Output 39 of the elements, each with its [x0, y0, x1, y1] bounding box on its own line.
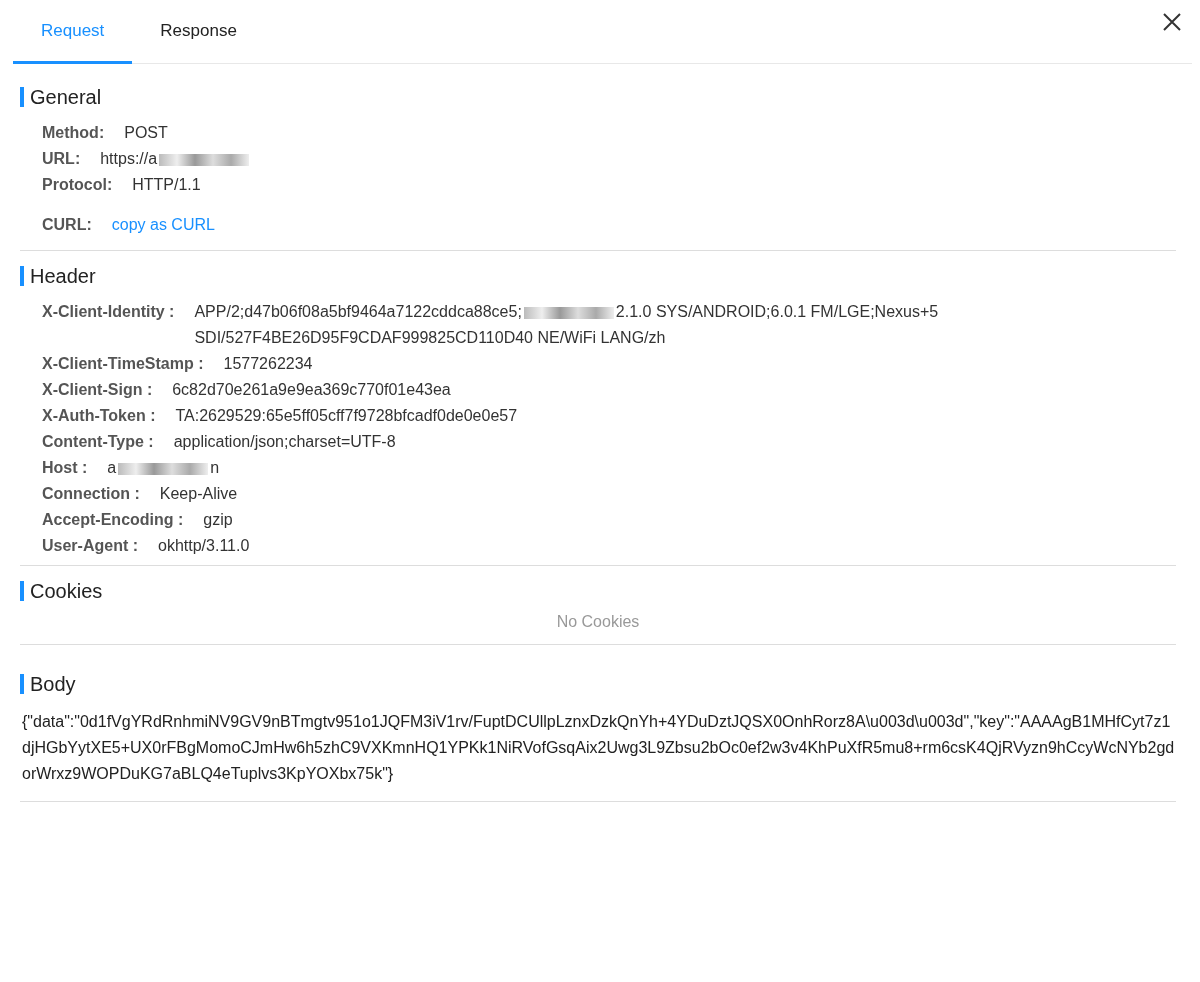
- field-value: https://a: [100, 146, 252, 172]
- section-marker: [20, 266, 24, 286]
- field-label: CURL:: [42, 215, 92, 235]
- field-label: X-Client-Sign :: [42, 380, 153, 400]
- field-value: 6c82d70e261a9e9ea369c770f01e43ea: [172, 380, 451, 400]
- section-title: Cookies: [30, 579, 103, 604]
- field-label: Accept-Encoding :: [42, 510, 184, 530]
- field-label: Connection :: [42, 484, 140, 504]
- field-label: Method:: [42, 123, 105, 143]
- field-value: 1577262234: [223, 354, 313, 374]
- tab[interactable]: Request: [13, 0, 133, 64]
- field-value: POST: [124, 123, 168, 143]
- field-value: application/json;charset=UTF-8: [173, 432, 396, 452]
- section-title: Header: [30, 264, 96, 289]
- tab[interactable]: Response: [132, 0, 265, 64]
- close-icon[interactable]: [1162, 12, 1182, 32]
- field-value: APP/2;d47b06f08a5bf9464a7122cddca88ce5; 2.1.0 SYS/ANDROID;6.0.1 FM/LGE;Nexus+5 SDI/527F4BE26D95F9CDAF999825CD110D40 NE/WiFi LANG/zh: [194, 302, 940, 348]
- field-value: TA:2629529:65e5ff05cff7f9728bfcadf0de0e0e57: [175, 406, 518, 426]
- section-marker: [20, 87, 24, 107]
- field-label: URL:: [42, 149, 81, 169]
- empty-message: No Cookies: [555, 612, 641, 632]
- field-label: User-Agent :: [42, 536, 138, 556]
- section-title: Body: [30, 672, 76, 697]
- field-label: Host :: [42, 458, 88, 478]
- section-marker: [20, 581, 24, 601]
- field-value: Keep-Alive: [159, 484, 238, 504]
- field-value: HTTP/1.1: [132, 175, 201, 195]
- field-label: Protocol:: [42, 175, 113, 195]
- field-label: X-Client-TimeStamp :: [42, 354, 204, 374]
- field-value: a n: [107, 458, 220, 478]
- body-text: {"data":"0d1fVgYRdRnhmiNV9GV9nBTmgtv951o1JQFM3iV1rv/FuptDCUllpLznxDzkQnYh+4YDuDztJQSX0OnhRorz8A\u003d\u003d","key":"AAAAgB1MHfCyt7z1djHGbYytXE5+UX0rFBgMomoCJmHw6h5zhC9VXKmnHQ1YPKk1NiRVofGsqAix2Uwg3L9Zbsu2bOc0ef2w3v4KhPuXfR5mu8+rm6csK4QjRVyzn9hCcyWcNYb2gdorWrxz9WOPDuKG7aBLQ4eTuplvs3KpYOXbx75k"}: [21, 712, 1176, 784]
- field-value: gzip: [203, 510, 233, 530]
- section-title: General: [30, 85, 102, 110]
- field-value: okhttp/3.11.0: [158, 536, 250, 556]
- section-marker: [20, 674, 24, 694]
- field-label: Content-Type :: [42, 432, 154, 452]
- copy-curl-link[interactable]: copy as CURL: [111, 212, 215, 238]
- field-label: X-Auth-Token :: [42, 406, 156, 426]
- field-label: X-Client-Identity :: [42, 302, 175, 322]
